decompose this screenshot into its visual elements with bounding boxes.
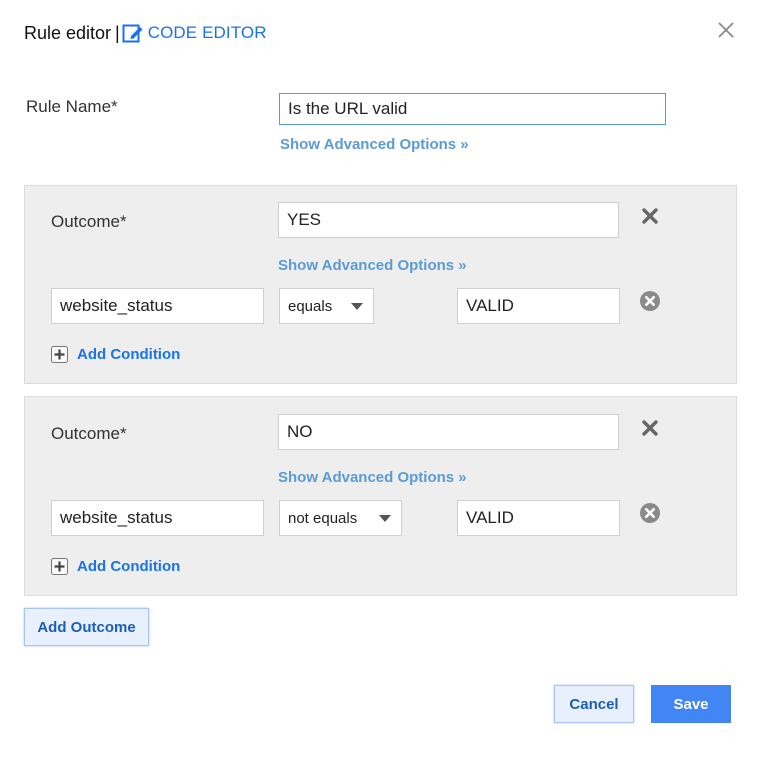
add-condition-button[interactable]: Add Condition (51, 558, 180, 575)
plus-square-icon (51, 346, 68, 363)
add-outcome-button[interactable]: Add Outcome (24, 608, 149, 646)
outcome-panel-1: Outcome* Show Advanced Options » equals … (24, 185, 737, 384)
chevron-down-icon (351, 303, 363, 310)
outcome-advanced-options-link[interactable]: Show Advanced Options » (278, 469, 467, 486)
cancel-button[interactable]: Cancel (554, 685, 634, 723)
operator-value: equals (288, 297, 333, 315)
dialog-title: Rule editor (24, 22, 112, 43)
chevron-down-icon (379, 515, 391, 522)
operator-value: not equals (288, 509, 358, 527)
condition-field-input[interactable] (51, 288, 264, 324)
outcome-label: Outcome* (51, 212, 127, 231)
condition-operator-select[interactable]: equals (279, 288, 374, 324)
save-button[interactable]: Save (651, 685, 731, 723)
outcome-advanced-options-link[interactable]: Show Advanced Options » (278, 257, 467, 274)
rule-name-label: Rule Name* (26, 97, 118, 116)
dialog-header: Rule editor | CODE EDITOR (24, 22, 267, 44)
code-editor-label: CODE EDITOR (147, 23, 267, 42)
rule-advanced-options-link[interactable]: Show Advanced Options » (280, 136, 469, 153)
outcome-value-input[interactable] (278, 202, 619, 238)
remove-outcome-icon[interactable] (641, 419, 659, 437)
condition-value-input[interactable] (457, 500, 620, 536)
remove-condition-icon[interactable] (640, 503, 660, 523)
plus-square-icon (51, 558, 68, 575)
outcome-label: Outcome* (51, 424, 127, 443)
close-icon[interactable] (716, 20, 736, 40)
add-condition-button[interactable]: Add Condition (51, 346, 180, 363)
rule-name-input[interactable] (279, 93, 666, 125)
condition-operator-select[interactable]: not equals (279, 500, 402, 536)
outcome-value-input[interactable] (278, 414, 619, 450)
outcome-panel-2: Outcome* Show Advanced Options » not equ… (24, 396, 737, 596)
add-condition-label: Add Condition (77, 558, 181, 575)
remove-condition-icon[interactable] (640, 291, 660, 311)
code-editor-link[interactable]: CODE EDITOR (122, 22, 267, 44)
add-condition-label: Add Condition (77, 346, 181, 363)
remove-outcome-icon[interactable] (641, 207, 659, 225)
condition-field-input[interactable] (51, 500, 264, 536)
edit-icon (122, 24, 143, 43)
condition-value-input[interactable] (457, 288, 620, 324)
title-separator: | (115, 22, 120, 43)
